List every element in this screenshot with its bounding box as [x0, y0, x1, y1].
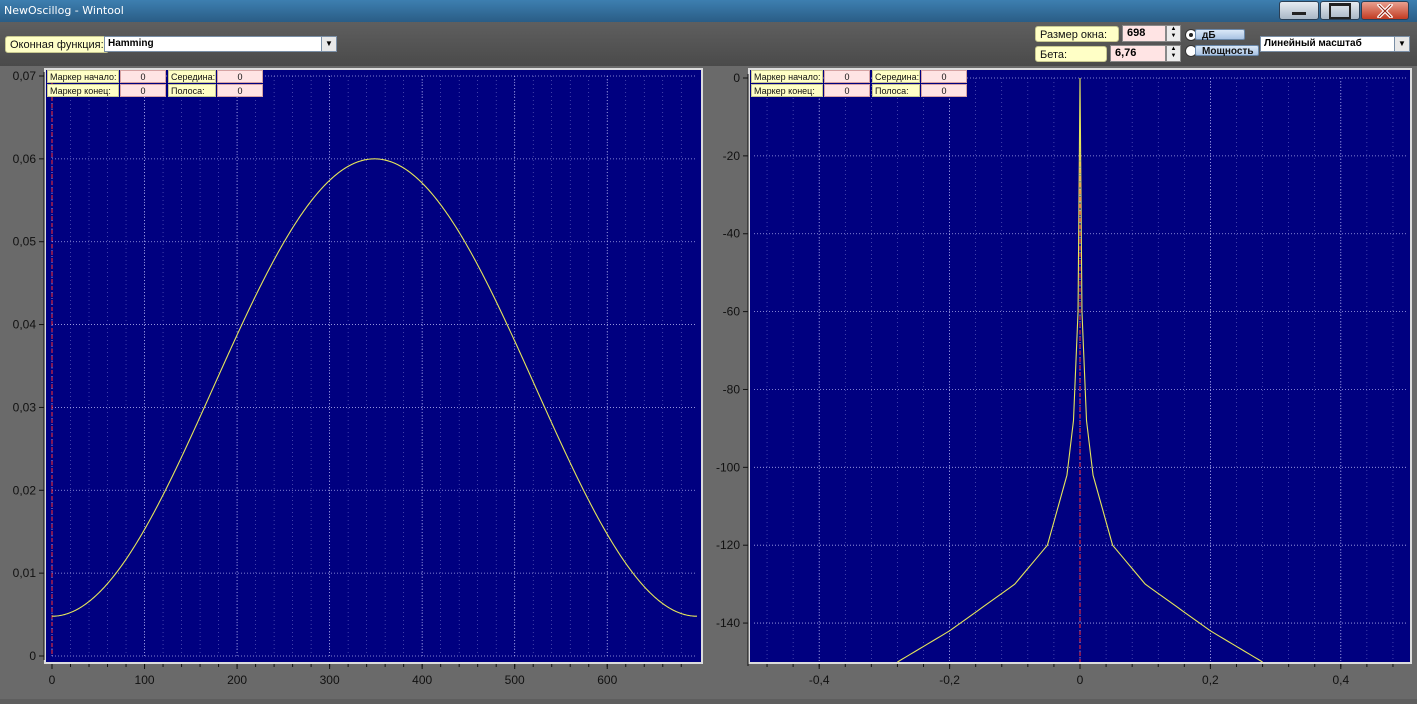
- x-tick-label: 0: [49, 673, 56, 687]
- toolbar: Оконная функция: Hamming ▼ Размер окна: …: [0, 22, 1417, 66]
- spectrum-chart-panel: 0 -20 -40 -60 -80 -100 -120 -140 -0,4 -0,2 0 0,2 0,…: [704, 66, 1417, 699]
- marker-start-value: 0: [824, 70, 870, 83]
- marker-middle-value: 0: [921, 70, 967, 83]
- y-tick-label: 0,04: [13, 318, 37, 332]
- window-chart-panel: 0 0,01 0,02 0,03 0,04 0,05 0,06 0,07 0 100 200 300…: [0, 66, 704, 699]
- window-function-select[interactable]: Hamming ▼: [104, 36, 337, 52]
- scale-select[interactable]: Линейный масштаб ▼: [1260, 36, 1410, 52]
- x-tick-label: 100: [135, 673, 155, 687]
- x-tick-label: 300: [320, 673, 340, 687]
- close-icon: [1377, 3, 1393, 18]
- radio-power[interactable]: Мощность: [1185, 45, 1259, 57]
- spectrum-chart[interactable]: 0 -20 -40 -60 -80 -100 -120 -140 -0,4 -0,2 0 0,2 0,…: [704, 66, 1417, 699]
- y-tick-label: 0,03: [13, 400, 37, 414]
- window-size-label: Размер окна:: [1035, 26, 1119, 42]
- marker-middle-label: Середина:: [872, 70, 920, 83]
- close-button[interactable]: [1361, 1, 1409, 20]
- y-tick-label: 0: [733, 71, 740, 85]
- y-tick-label: 0,02: [13, 483, 37, 497]
- y-tick-label: 0,07: [13, 69, 37, 83]
- window-title: NewOscillog - Wintool: [4, 4, 124, 17]
- window-function-chart[interactable]: 0 0,01 0,02 0,03 0,04 0,05 0,06 0,07 0 100 200 300…: [0, 66, 704, 699]
- maximize-button[interactable]: [1320, 1, 1360, 20]
- maximize-icon: [1329, 2, 1351, 19]
- beta-label: Бета:: [1035, 46, 1107, 62]
- x-tick-label: 400: [412, 673, 432, 687]
- window-size-spinner[interactable]: 698 ▲ ▼: [1122, 25, 1181, 42]
- y-tick-label: 0,06: [13, 152, 37, 166]
- x-tick-label: 0,4: [1332, 673, 1349, 687]
- radio-db-label: дБ: [1195, 29, 1245, 41]
- y-tick-label: 0: [29, 649, 36, 663]
- marker-start-value: 0: [120, 70, 166, 83]
- marker-end-value: 0: [120, 84, 166, 97]
- scale-value: Линейный масштаб: [1264, 38, 1362, 49]
- marker-end-label: Маркер конец:: [47, 84, 119, 97]
- y-tick-label: -40: [723, 227, 741, 241]
- window-function-label: Оконная функция:: [5, 36, 109, 53]
- marker-middle-label: Середина:: [168, 70, 216, 83]
- x-tick-label: -0,2: [939, 673, 960, 687]
- x-tick-label: 500: [505, 673, 525, 687]
- title-bar: NewOscillog - Wintool: [0, 0, 1417, 22]
- x-tick-label: 0: [1077, 673, 1084, 687]
- beta-value: 6,76: [1115, 47, 1137, 59]
- window-function-value: Hamming: [108, 38, 154, 49]
- y-tick-label: -20: [723, 149, 741, 163]
- marker-end-label: Маркер конец:: [751, 84, 823, 97]
- radio-db[interactable]: дБ: [1185, 29, 1247, 41]
- y-tick-label: -140: [716, 616, 740, 630]
- marker-band-value: 0: [217, 84, 263, 97]
- y-tick-label: 0,01: [13, 566, 37, 580]
- y-tick-label: -60: [723, 305, 741, 319]
- x-tick-label: -0,4: [809, 673, 830, 687]
- x-tick-label: 0,2: [1202, 673, 1219, 687]
- radio-power-label: Мощность: [1195, 45, 1259, 57]
- beta-spinner[interactable]: 6,76 ▲ ▼: [1110, 45, 1181, 62]
- minimize-button[interactable]: [1279, 1, 1319, 20]
- marker-start-label: Маркер начало:: [751, 70, 823, 83]
- x-tick-label: 200: [227, 673, 247, 687]
- spin-arrows-icon[interactable]: ▲ ▼: [1166, 45, 1181, 62]
- y-tick-label: -120: [716, 538, 740, 552]
- minimize-icon: [1292, 12, 1306, 15]
- y-tick-label: 0,05: [13, 235, 37, 249]
- chevron-down-icon[interactable]: ▼: [1394, 37, 1409, 51]
- marker-band-label: Полоса:: [872, 84, 920, 97]
- marker-band-value: 0: [921, 84, 967, 97]
- y-tick-label: -100: [716, 460, 740, 474]
- window-size-value: 698: [1127, 27, 1146, 39]
- spin-arrows-icon[interactable]: ▲ ▼: [1166, 25, 1181, 42]
- marker-end-value: 0: [824, 84, 870, 97]
- chevron-down-icon[interactable]: ▼: [321, 37, 336, 51]
- y-tick-label: -80: [723, 382, 741, 396]
- x-tick-label: 600: [597, 673, 617, 687]
- marker-middle-value: 0: [217, 70, 263, 83]
- marker-band-label: Полоса:: [168, 84, 216, 97]
- marker-start-label: Маркер начало:: [47, 70, 119, 83]
